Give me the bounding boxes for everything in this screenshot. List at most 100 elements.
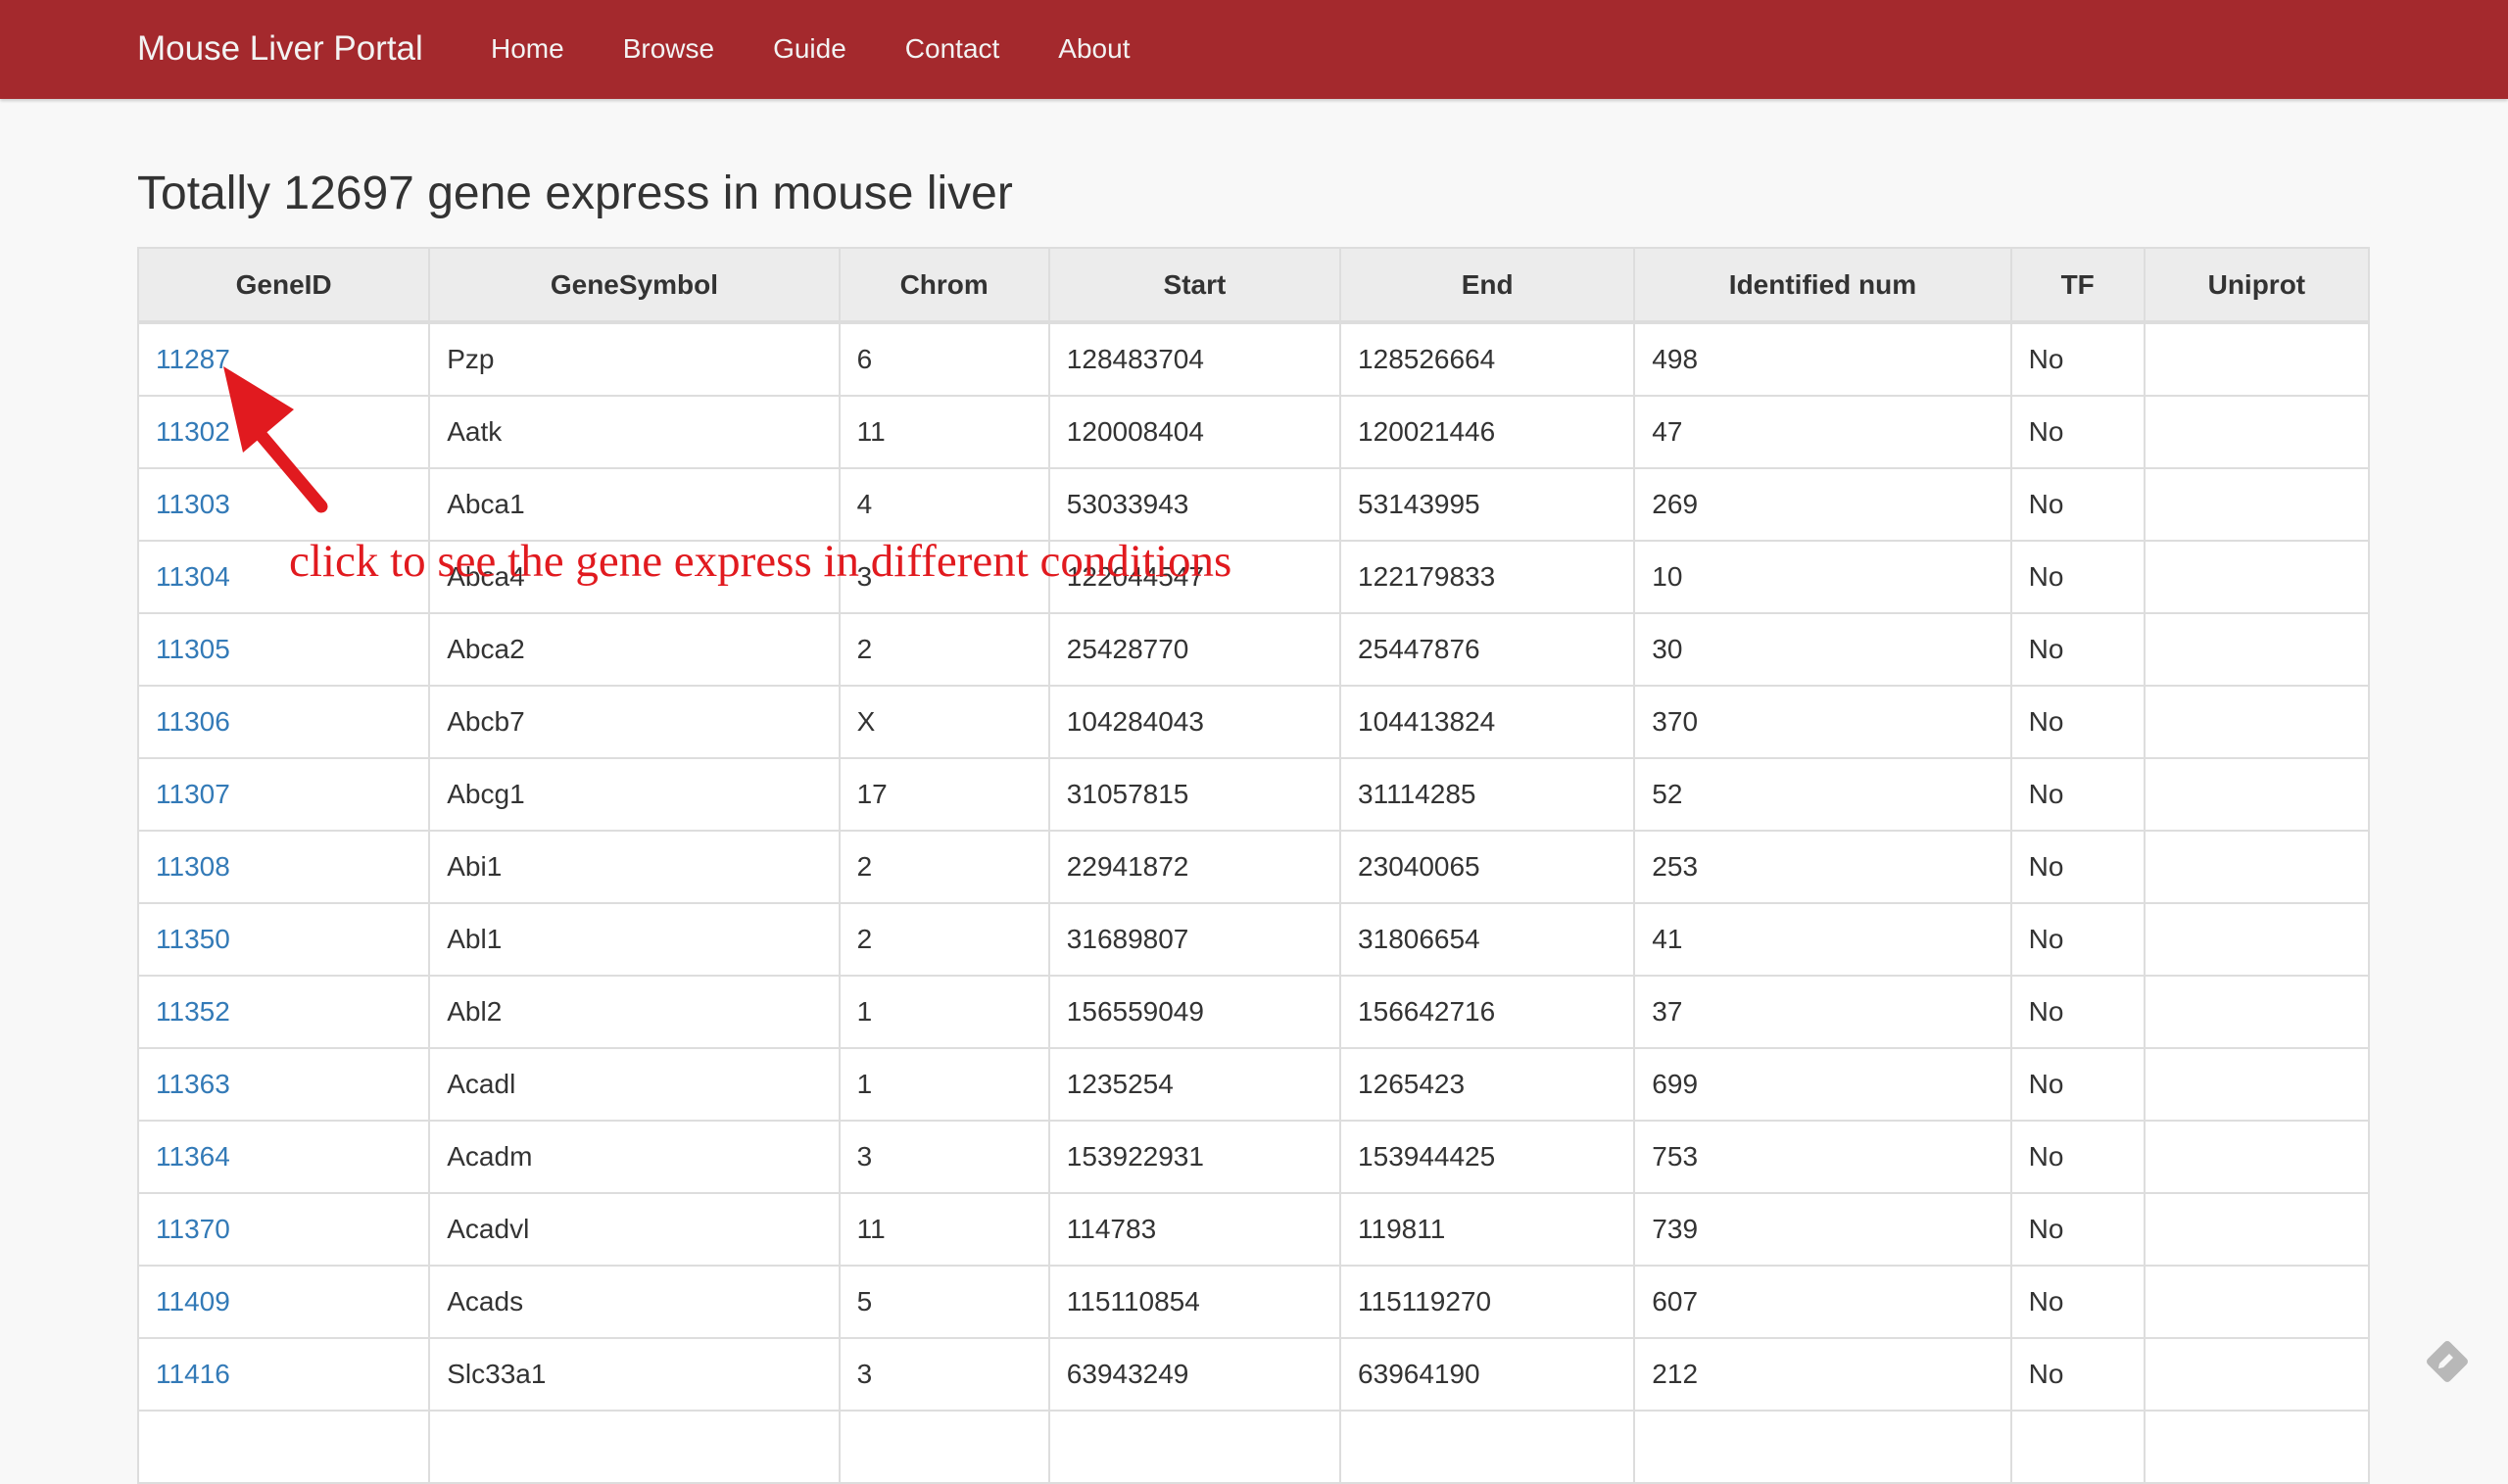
identified-num-cell: 41 xyxy=(1633,902,2012,977)
geneid-link[interactable]: 11302 xyxy=(136,395,431,469)
end-cell: 1265423 xyxy=(1339,1047,1636,1122)
table-row: 11308 Abi1 2 22941872 23040065 253 No xyxy=(136,830,2371,904)
table-row: 11305 Abca2 2 25428770 25447876 30 No xyxy=(136,612,2371,687)
geneid-link[interactable]: 11350 xyxy=(136,902,431,977)
table-row: 11409 Acads 5 115110854 115119270 607 No xyxy=(136,1265,2371,1339)
uniprot-cell xyxy=(2143,395,2371,469)
geneid-link[interactable]: 11307 xyxy=(136,757,431,832)
chrom-cell: 6 xyxy=(838,321,1050,397)
column-header-uniprot: Uniprot xyxy=(2143,247,2371,324)
chrom-cell: 3 xyxy=(838,1120,1050,1194)
identified-num-cell: 52 xyxy=(1633,757,2012,832)
gene-symbol-cell xyxy=(428,1410,841,1484)
end-cell: 119811 xyxy=(1339,1192,1636,1267)
tf-cell: No xyxy=(2009,540,2146,614)
identified-num-cell: 47 xyxy=(1633,395,2012,469)
identified-num-cell: 269 xyxy=(1633,467,2012,542)
chrom-cell: 3 xyxy=(838,1337,1050,1412)
table-row: 11352 Abl2 1 156559049 156642716 37 No xyxy=(136,975,2371,1049)
geneid-link[interactable]: 11370 xyxy=(136,1192,431,1267)
gene-symbol-cell: Abi1 xyxy=(428,830,841,904)
gene-symbol-cell: Abca1 xyxy=(428,467,841,542)
table-row xyxy=(136,1410,2371,1484)
tf-cell: No xyxy=(2009,757,2146,832)
uniprot-cell xyxy=(2143,1120,2371,1194)
start-cell: 31057815 xyxy=(1047,757,1342,832)
geneid-link[interactable]: 11364 xyxy=(136,1120,431,1194)
gene-symbol-cell: Acads xyxy=(428,1265,841,1339)
brand-link[interactable]: Mouse Liver Portal xyxy=(137,0,423,98)
end-cell: 23040065 xyxy=(1339,830,1636,904)
chrom-cell: 5 xyxy=(838,1265,1050,1339)
uniprot-cell xyxy=(2143,612,2371,687)
annotation-caption: click to see the gene express in differe… xyxy=(289,536,1232,587)
uniprot-cell xyxy=(2143,757,2371,832)
nav-link-contact[interactable]: Contact xyxy=(905,0,1000,99)
pencil-diamond-icon[interactable] xyxy=(2420,1334,2475,1389)
uniprot-cell xyxy=(2143,685,2371,759)
gene-symbol-cell: Acadm xyxy=(428,1120,841,1194)
tf-cell: No xyxy=(2009,395,2146,469)
start-cell: 128483704 xyxy=(1047,321,1342,397)
geneid-link[interactable]: 11306 xyxy=(136,685,431,759)
tf-cell xyxy=(2009,1410,2146,1484)
geneid-link[interactable]: 11409 xyxy=(136,1265,431,1339)
column-header-start: Start xyxy=(1047,247,1342,324)
end-cell: 25447876 xyxy=(1339,612,1636,687)
gene-symbol-cell: Slc33a1 xyxy=(428,1337,841,1412)
chrom-cell: 11 xyxy=(838,1192,1050,1267)
geneid-link[interactable]: 11287 xyxy=(136,321,431,397)
nav-link-guide[interactable]: Guide xyxy=(773,0,846,99)
nav-link-home[interactable]: Home xyxy=(491,0,564,99)
column-header-chrom: Chrom xyxy=(838,247,1050,324)
start-cell: 115110854 xyxy=(1047,1265,1342,1339)
nav-menu: Home Browse Guide Contact About xyxy=(491,0,1188,99)
column-header-geneid: GeneID xyxy=(136,247,431,324)
chrom-cell: 11 xyxy=(838,395,1050,469)
uniprot-cell xyxy=(2143,540,2371,614)
identified-num-cell: 607 xyxy=(1633,1265,2012,1339)
identified-num-cell: 753 xyxy=(1633,1120,2012,1194)
gene-symbol-cell: Acadvl xyxy=(428,1192,841,1267)
table-header-row: GeneID GeneSymbol Chrom Start End Identified … xyxy=(136,247,2371,324)
table-row: 11364 Acadm 3 153922931 153944425 753 No xyxy=(136,1120,2371,1194)
end-cell: 115119270 xyxy=(1339,1265,1636,1339)
geneid-link[interactable]: 11305 xyxy=(136,612,431,687)
gene-symbol-cell: Abl1 xyxy=(428,902,841,977)
end-cell: 31114285 xyxy=(1339,757,1636,832)
uniprot-cell xyxy=(2143,1410,2371,1484)
geneid-link[interactable]: 11303 xyxy=(136,467,431,542)
start-cell: 114783 xyxy=(1047,1192,1342,1267)
identified-num-cell: 699 xyxy=(1633,1047,2012,1122)
gene-symbol-cell: Acadl xyxy=(428,1047,841,1122)
geneid-link[interactable]: 11363 xyxy=(136,1047,431,1122)
identified-num-cell: 10 xyxy=(1633,540,2012,614)
gene-symbol-cell: Aatk xyxy=(428,395,841,469)
table-row: 11303 Abca1 4 53033943 53143995 269 No xyxy=(136,467,2371,542)
table-row: 11363 Acadl 1 1235254 1265423 699 No xyxy=(136,1047,2371,1122)
column-header-tf: TF xyxy=(2009,247,2146,324)
geneid-link[interactable]: 11352 xyxy=(136,975,431,1049)
uniprot-cell xyxy=(2143,1047,2371,1122)
geneid-link[interactable]: 11416 xyxy=(136,1337,431,1412)
end-cell: 53143995 xyxy=(1339,467,1636,542)
identified-num-cell: 739 xyxy=(1633,1192,2012,1267)
geneid-link[interactable]: 11308 xyxy=(136,830,431,904)
gene-table-container: GeneID GeneSymbol Chrom Start End Identified … xyxy=(136,247,2371,1484)
gene-symbol-cell: Pzp xyxy=(428,321,841,397)
tf-cell: No xyxy=(2009,1192,2146,1267)
nav-link-browse[interactable]: Browse xyxy=(623,0,714,99)
tf-cell: No xyxy=(2009,1265,2146,1339)
tf-cell: No xyxy=(2009,467,2146,542)
gene-symbol-cell: Abl2 xyxy=(428,975,841,1049)
identified-num-cell xyxy=(1633,1410,2012,1484)
uniprot-cell xyxy=(2143,1265,2371,1339)
nav-link-about[interactable]: About xyxy=(1058,0,1130,99)
end-cell: 122179833 xyxy=(1339,540,1636,614)
uniprot-cell xyxy=(2143,1337,2371,1412)
table-row: 11416 Slc33a1 3 63943249 63964190 212 No xyxy=(136,1337,2371,1412)
uniprot-cell xyxy=(2143,830,2371,904)
table-row: 11302 Aatk 11 120008404 120021446 47 No xyxy=(136,395,2371,469)
start-cell xyxy=(1047,1410,1342,1484)
uniprot-cell xyxy=(2143,902,2371,977)
